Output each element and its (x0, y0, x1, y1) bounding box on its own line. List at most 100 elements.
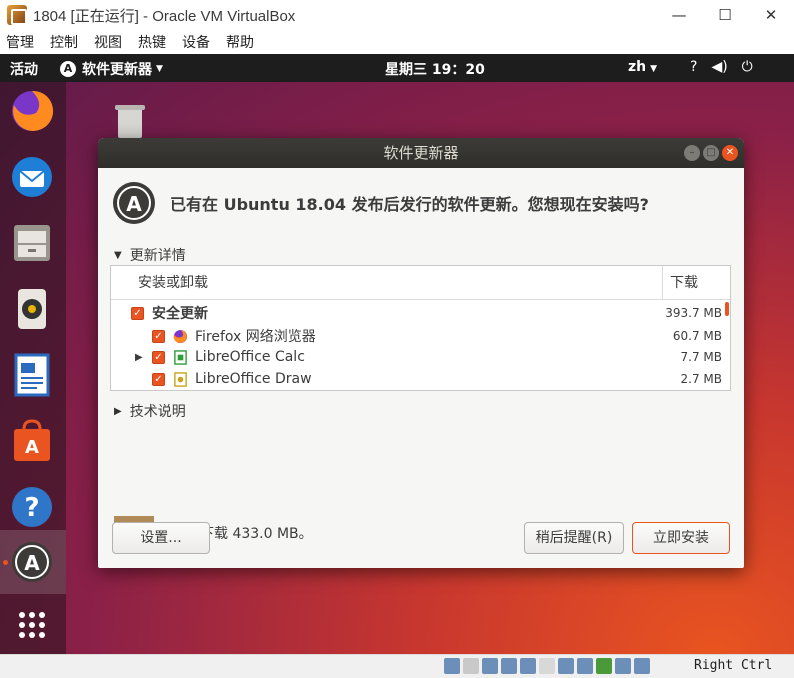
libreoffice-draw-icon (174, 371, 187, 387)
details-label: 更新详情 (129, 248, 186, 264)
thunderbird-icon (12, 157, 52, 197)
checkbox[interactable]: ✓ (152, 329, 165, 343)
svg-text:?: ? (24, 493, 39, 523)
accessibility-icon: ? (690, 59, 698, 75)
dock-show-apps[interactable] (9, 602, 55, 648)
row-size: 393.7 MB (665, 306, 722, 320)
svg-text:A: A (126, 192, 142, 216)
dock-firefox[interactable] (9, 88, 55, 134)
column-header-name[interactable]: 安装或卸载 (111, 266, 663, 299)
host-key-label: Right Ctrl (694, 658, 773, 673)
menu-help[interactable]: 帮助 (226, 32, 254, 52)
virtualbox-icon (7, 5, 27, 25)
row-size: 60.7 MB (672, 329, 722, 343)
row-name: LibreOffice Draw (195, 371, 312, 387)
software-icon: A (14, 419, 50, 461)
menu-manage[interactable]: 管理 (6, 32, 34, 52)
chevron-down-icon: ▼ (650, 64, 658, 74)
software-updater-icon: A (113, 182, 155, 224)
activities-button[interactable]: 活动 (10, 59, 38, 79)
dock-files[interactable] (9, 220, 55, 266)
table-row[interactable]: ▶ ✓ LibreOffice Calc 7.7 MB (111, 346, 730, 368)
shared-folder-icon[interactable] (539, 658, 555, 674)
network-icon[interactable] (501, 658, 517, 674)
window-title: 1804 [正在运行] - Oracle VM VirtualBox (33, 7, 296, 25)
dock-help[interactable]: ? (9, 484, 55, 530)
app-menu[interactable]: A 软件更新器 ▼ (60, 59, 163, 79)
updates-table: 安装或卸载 下载 ✓ 安全更新 393.7 MB ✓ Firefox 网络浏览器… (110, 265, 731, 391)
dialog-titlebar: 软件更新器 – □ ✕ (98, 138, 744, 168)
tech-expander[interactable]: ▶ 技术说明 (114, 401, 186, 421)
software-updater-icon: A (12, 542, 52, 582)
table-row[interactable]: ✓ LibreOffice Draw 2.7 MB (111, 368, 730, 390)
gnome-topbar: 活动 A 软件更新器 ▼ 星期三 19：20 zh ▼ ? ◀) ⏻ (0, 54, 794, 82)
clock[interactable]: 星期三 19：20 (385, 59, 485, 79)
files-icon (14, 225, 50, 261)
table-row[interactable]: ✓ 安全更新 393.7 MB (111, 302, 730, 324)
row-size: 7.7 MB (680, 350, 722, 364)
input-method-menu[interactable]: zh ▼ (628, 59, 657, 75)
rhythmbox-icon (18, 289, 46, 329)
close-button[interactable]: ✕ (748, 0, 794, 30)
input-method-label: zh (628, 59, 647, 75)
dialog-minimize-button[interactable]: – (684, 145, 700, 161)
harddisk-icon[interactable] (444, 658, 460, 674)
dialog-title: 软件更新器 (383, 144, 459, 162)
checkbox[interactable]: ✓ (152, 372, 165, 386)
vbox-menubar: 管理 控制 视图 热键 设备 帮助 (0, 30, 794, 54)
software-updater-dialog: 软件更新器 – □ ✕ A 已有在 Ubuntu 18.04 发布后发行的软件更… (98, 138, 744, 568)
show-apps-icon (19, 612, 45, 638)
install-now-button[interactable]: 立即安装 (632, 522, 730, 554)
mouse-integration-icon[interactable] (615, 658, 631, 674)
cpu-icon[interactable] (596, 658, 612, 674)
row-size: 2.7 MB (680, 372, 722, 386)
dock-rhythmbox[interactable] (9, 286, 55, 332)
help-icon: ? (12, 487, 52, 527)
dialog-close-button[interactable]: ✕ (722, 145, 738, 161)
recording-icon[interactable] (577, 658, 593, 674)
dock-thunderbird[interactable] (9, 154, 55, 200)
display-icon[interactable] (558, 658, 574, 674)
system-tray[interactable]: ? ◀) ⏻ (690, 59, 753, 75)
svg-text:A: A (25, 437, 39, 458)
keyboard-icon[interactable] (634, 658, 650, 674)
vbox-titlebar: 1804 [正在运行] - Oracle VM VirtualBox — ☐ ✕ (0, 0, 794, 30)
firefox-icon (12, 90, 54, 131)
dock-software[interactable]: A (9, 418, 55, 464)
optical-drive-icon[interactable] (463, 658, 479, 674)
menu-devices[interactable]: 设备 (182, 32, 210, 52)
trash-icon[interactable] (110, 102, 150, 138)
vbox-statusbar: Right Ctrl (0, 654, 794, 678)
table-row[interactable]: ✓ Firefox 网络浏览器 60.7 MB (111, 325, 730, 347)
column-header-size[interactable]: 下载 (663, 266, 730, 299)
update-message: 已有在 Ubuntu 18.04 发布后发行的软件更新。您想现在安装吗? (170, 195, 649, 214)
volume-icon: ◀) (711, 59, 728, 75)
minimize-button[interactable]: — (656, 0, 702, 30)
chevron-down-icon: ▼ (156, 64, 163, 74)
settings-button[interactable]: 设置... (112, 522, 210, 554)
triangle-down-icon: ▼ (114, 249, 122, 261)
dock-writer[interactable] (9, 352, 55, 398)
tech-label: 技术说明 (129, 404, 186, 420)
dialog-maximize-button[interactable]: □ (703, 145, 719, 161)
maximize-button[interactable]: ☐ (702, 0, 748, 30)
triangle-right-icon[interactable]: ▶ (135, 352, 152, 363)
checkbox[interactable]: ✓ (152, 350, 165, 364)
triangle-right-icon: ▶ (114, 405, 122, 417)
remind-later-button[interactable]: 稍后提醒(R) (524, 522, 624, 554)
usb-icon[interactable] (520, 658, 536, 674)
menu-control[interactable]: 控制 (50, 32, 78, 52)
menu-hotkey[interactable]: 热键 (138, 32, 166, 52)
row-name: 安全更新 (152, 306, 208, 322)
checkbox[interactable]: ✓ (131, 306, 144, 320)
running-indicator (3, 560, 8, 565)
row-name: LibreOffice Calc (195, 349, 305, 365)
libreoffice-writer-icon (14, 353, 50, 397)
dock-software-updater[interactable]: A (9, 539, 55, 585)
details-expander[interactable]: ▼ 更新详情 (114, 245, 186, 265)
svg-text:A: A (24, 551, 40, 575)
libreoffice-calc-icon (174, 349, 187, 365)
firefox-icon (173, 329, 188, 343)
menu-view[interactable]: 视图 (94, 32, 122, 52)
audio-icon[interactable] (482, 658, 498, 674)
